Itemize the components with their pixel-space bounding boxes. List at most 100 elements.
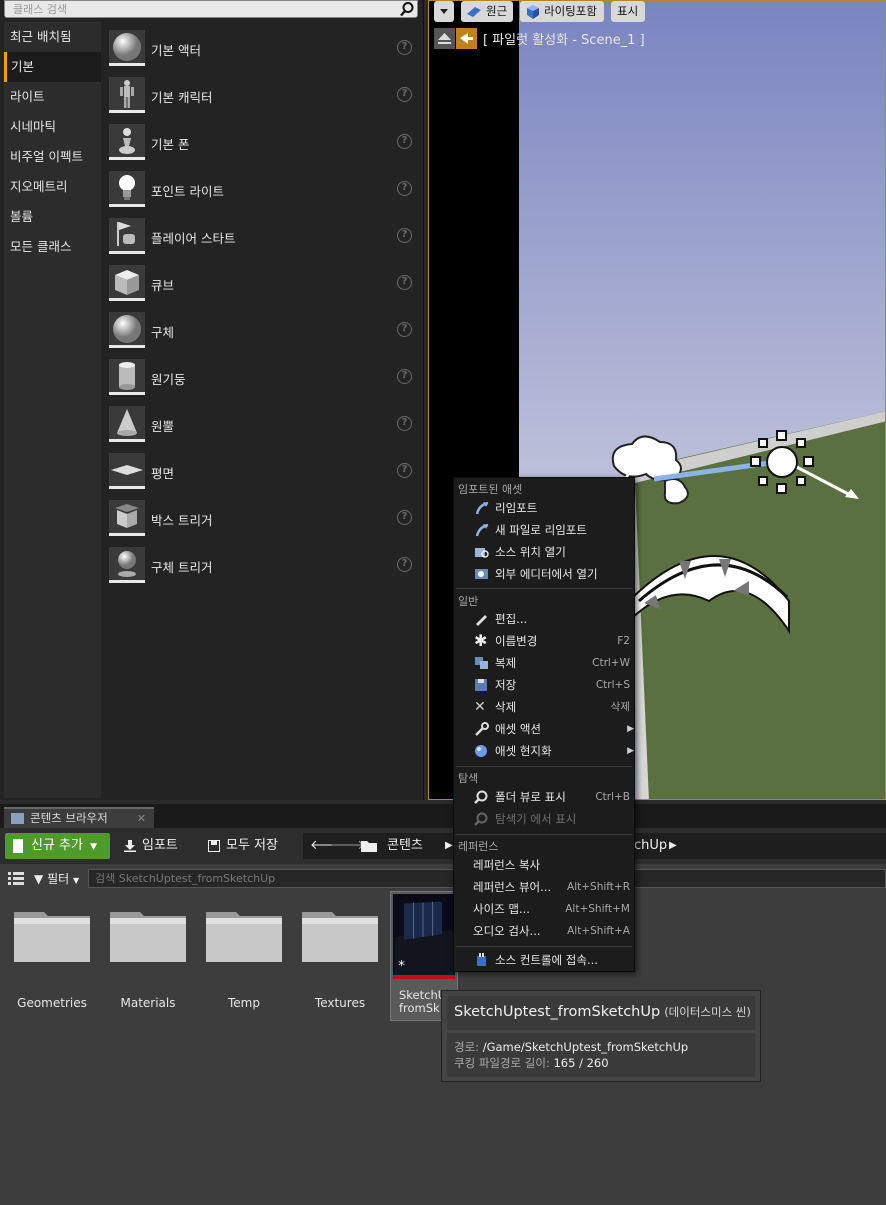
pilot-actor-icon[interactable] — [456, 28, 477, 49]
eject-icon[interactable] — [434, 28, 455, 49]
add-new-button[interactable]: 신규 추가 ▼ — [5, 833, 110, 859]
lighting-mode-button[interactable]: 라이팅포함 — [520, 1, 604, 22]
folder-tile-temp[interactable]: Temp — [204, 900, 296, 1020]
filter-button[interactable]: ▼ 필터 ▼ — [34, 870, 79, 887]
help-icon[interactable]: ? — [397, 416, 412, 431]
folder-tile-materials[interactable]: Materials — [108, 900, 200, 1020]
viewport-toolbar: 원근 라이팅포함 표시 — [429, 1, 885, 23]
cone-icon — [109, 406, 145, 442]
category-all-classes[interactable]: 모든 클래스 — [4, 232, 101, 262]
path-root[interactable]: 콘텐츠 — [387, 833, 423, 859]
actor-item-player-start[interactable]: 플레이어 스타트 ? — [104, 212, 418, 259]
actor-item-sphere-trigger[interactable]: 구체 트리거 ? — [104, 541, 418, 588]
category-volumes[interactable]: 볼륨 — [4, 202, 101, 232]
class-search-box[interactable] — [4, 0, 418, 18]
actor-item-basic-pawn[interactable]: 기본 폰 ? — [104, 118, 418, 165]
menu-item-reimport-new-file[interactable]: 새 파일로 리임포트 — [454, 519, 634, 541]
actor-item-basic-character[interactable]: 기본 캐릭터 ? — [104, 71, 418, 118]
help-icon[interactable]: ? — [397, 463, 412, 478]
menu-section-imported: 임포트된 애셋 — [458, 483, 523, 496]
folder-tile-textures[interactable]: Textures — [300, 900, 392, 1020]
menu-item-copy-reference[interactable]: 레퍼런스 복사 — [454, 854, 634, 876]
class-search-input[interactable] — [5, 1, 395, 17]
menu-item-reference-viewer[interactable]: 레퍼런스 뷰어... Alt+Shift+R — [454, 876, 634, 898]
help-icon[interactable]: ? — [397, 228, 412, 243]
add-new-label: 신규 추가 — [31, 838, 83, 853]
show-label: 표시 — [617, 4, 639, 18]
pawn-icon — [109, 124, 145, 160]
search-icon[interactable] — [399, 1, 415, 17]
menu-label: 애셋 액션 — [495, 722, 541, 736]
menu-item-duplicate[interactable]: 복제 Ctrl+W — [454, 652, 634, 674]
menu-label: 저장 — [495, 678, 517, 692]
lit-cube-icon — [527, 5, 539, 19]
actor-item-sphere[interactable]: 구체 ? — [104, 306, 418, 353]
menu-item-reimport[interactable]: 리임포트 — [454, 497, 634, 519]
content-browser-tab[interactable]: 콘텐츠 브라우저 ✕ — [4, 807, 154, 829]
perspective-button[interactable]: 원근 — [461, 1, 513, 22]
menu-section-general: 일반 — [458, 595, 479, 608]
help-icon[interactable]: ? — [397, 369, 412, 384]
category-basic[interactable]: 기본 — [4, 52, 101, 82]
help-icon[interactable]: ? — [397, 134, 412, 149]
actor-item-point-light[interactable]: 포인트 라이트 ? — [104, 165, 418, 212]
actor-item-plane[interactable]: 평면 ? — [104, 447, 418, 494]
import-button[interactable]: 임포트 — [120, 833, 178, 859]
folder-label: Temp — [228, 996, 260, 1010]
help-icon[interactable]: ? — [397, 557, 412, 572]
actor-item-cylinder[interactable]: 원기둥 ? — [104, 353, 418, 400]
menu-item-rename[interactable]: ✱ 이름변경 F2 — [454, 630, 634, 652]
menu-label: 레퍼런스 복사 — [473, 858, 541, 872]
menu-item-size-map[interactable]: 사이즈 맵... Alt+Shift+M — [454, 898, 634, 920]
help-icon[interactable]: ? — [397, 510, 412, 525]
folder-search-icon — [475, 548, 489, 558]
help-icon[interactable]: ? — [397, 275, 412, 290]
actor-item-cube[interactable]: 큐브 ? — [104, 259, 418, 306]
help-icon[interactable]: ? — [397, 40, 412, 55]
sphere-trigger-icon — [109, 547, 145, 583]
category-geometry[interactable]: 지오메트리 — [4, 172, 101, 202]
asset-tooltip: SketchUptest_fromSketchUp (데이터스미스 씬) 경로: … — [441, 990, 761, 1082]
menu-item-save[interactable]: 저장 Ctrl+S — [454, 674, 634, 696]
menu-shortcut: Ctrl+S — [595, 679, 630, 691]
sources-toggle-icon[interactable] — [8, 871, 24, 886]
menu-label: 오디오 검사... — [473, 924, 541, 938]
forward-arrow-icon[interactable]: 🡒 — [330, 833, 365, 859]
show-menu-button[interactable]: 표시 — [611, 1, 645, 22]
close-icon[interactable]: ✕ — [137, 809, 146, 828]
menu-item-delete[interactable]: ✕ 삭제 삭제 — [454, 696, 634, 718]
tooltip-body: 경로: /Game/SketchUptest_fromSketchUp 쿠킹 파… — [447, 1033, 755, 1077]
viewport-options-button[interactable] — [434, 1, 454, 22]
category-cinematic[interactable]: 시네마틱 — [4, 112, 101, 142]
actor-item-box-trigger[interactable]: 박스 트리거 ? — [104, 494, 418, 541]
category-visual-effects[interactable]: 비주얼 이펙트 — [4, 142, 101, 172]
path-separator-icon[interactable]: ▶ — [669, 833, 677, 859]
delete-x-icon: ✕ — [474, 699, 486, 715]
category-recent[interactable]: 최근 배치됨 — [4, 22, 101, 52]
menu-item-asset-actions[interactable]: 애셋 액션 ▶ — [454, 718, 634, 740]
menu-shortcut: Alt+Shift+R — [567, 881, 630, 893]
help-icon[interactable]: ? — [397, 87, 412, 102]
help-icon[interactable]: ? — [397, 181, 412, 196]
actor-item-cone[interactable]: 원뿔 ? — [104, 400, 418, 447]
menu-item-show-in-explorer[interactable]: 탐색기 에서 표시 — [454, 808, 634, 830]
actor-item-basic-actor[interactable]: 기본 액터 ? — [104, 24, 418, 71]
path-separator-icon[interactable]: ▶ — [445, 833, 453, 859]
menu-item-show-in-folder-view[interactable]: 폴더 뷰로 표시 Ctrl+B — [454, 786, 634, 808]
help-icon[interactable]: ? — [397, 322, 412, 337]
menu-item-source-control[interactable]: 소스 컨트롤에 접속... — [454, 949, 634, 971]
path-current[interactable]: chUp — [634, 833, 667, 859]
actor-name: 기본 폰 — [151, 137, 190, 152]
sphere-actor-icon — [109, 30, 145, 66]
menu-item-open-source-location[interactable]: 소스 위치 열기 — [454, 541, 634, 563]
menu-item-edit[interactable]: 편집... — [454, 608, 634, 630]
menu-item-open-external-editor[interactable]: 외부 에디터에서 열기 — [454, 563, 634, 585]
menu-shortcut: Ctrl+W — [592, 657, 630, 669]
folder-tile-geometries[interactable]: Geometries — [12, 900, 104, 1020]
category-lights[interactable]: 라이트 — [4, 82, 101, 112]
magnifier-icon — [474, 790, 488, 804]
save-all-button[interactable]: 모두 저장 — [204, 833, 278, 859]
globe-icon — [475, 745, 487, 757]
menu-item-asset-localization[interactable]: 애셋 현지화 ▶ — [454, 740, 634, 762]
menu-item-audit[interactable]: 오디오 검사... Alt+Shift+A — [454, 920, 634, 942]
